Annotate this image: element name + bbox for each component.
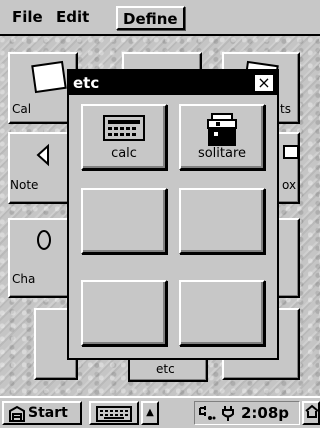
start-button[interactable]: Start <box>2 401 82 425</box>
popup-title: etc <box>73 74 100 92</box>
menu-edit[interactable]: Edit <box>52 6 93 30</box>
inbox-icon <box>283 145 299 159</box>
menu-bar: File Edit Define <box>0 0 320 36</box>
solitare-button[interactable]: solitare <box>179 104 265 170</box>
show-desktop-button[interactable] <box>302 401 320 425</box>
close-button[interactable]: × <box>254 74 274 92</box>
tile-label-contacts: ts <box>280 102 291 116</box>
calendar-icon <box>31 60 67 94</box>
keyboard-button[interactable] <box>89 401 139 425</box>
close-icon: × <box>257 73 271 92</box>
calculator-icon <box>103 115 145 141</box>
start-label: Start <box>28 405 68 421</box>
calc-label: calc <box>111 146 137 161</box>
notes-icon <box>36 143 49 167</box>
keyboard-icon <box>96 406 132 422</box>
tile-label-etc: etc <box>156 362 175 376</box>
tile-label-notes: Note <box>10 178 39 192</box>
tile-label-cal: Cal <box>12 102 32 116</box>
taskbar: Start ▲ 2:08p <box>0 396 320 428</box>
power-plug-icon[interactable] <box>219 404 237 422</box>
empty-slot-button[interactable] <box>81 188 167 254</box>
calc-button[interactable]: calc <box>81 104 167 170</box>
tile-label-chat: Cha <box>12 272 36 286</box>
chat-icon <box>37 230 51 250</box>
empty-slot-button[interactable] <box>179 188 265 254</box>
clock[interactable]: 2:08p <box>241 404 289 422</box>
system-tray: 2:08p <box>194 401 300 425</box>
menu-file[interactable]: File <box>8 6 47 30</box>
solitare-label: solitare <box>197 146 247 161</box>
start-icon <box>9 405 25 422</box>
desktop-icon <box>305 404 318 418</box>
etc-popup-window: etc × calc solitare <box>67 69 279 360</box>
empty-slot-button[interactable] <box>179 280 265 346</box>
sip-menu-button[interactable]: ▲ <box>141 401 159 425</box>
network-icon[interactable] <box>197 404 217 422</box>
tile-label-inbox: ox <box>282 178 297 192</box>
solitaire-icon <box>207 113 237 146</box>
up-arrow-icon: ▲ <box>146 407 154 418</box>
empty-slot-button[interactable] <box>81 280 167 346</box>
popup-titlebar: etc × <box>69 71 277 95</box>
menu-define[interactable]: Define <box>116 6 185 30</box>
